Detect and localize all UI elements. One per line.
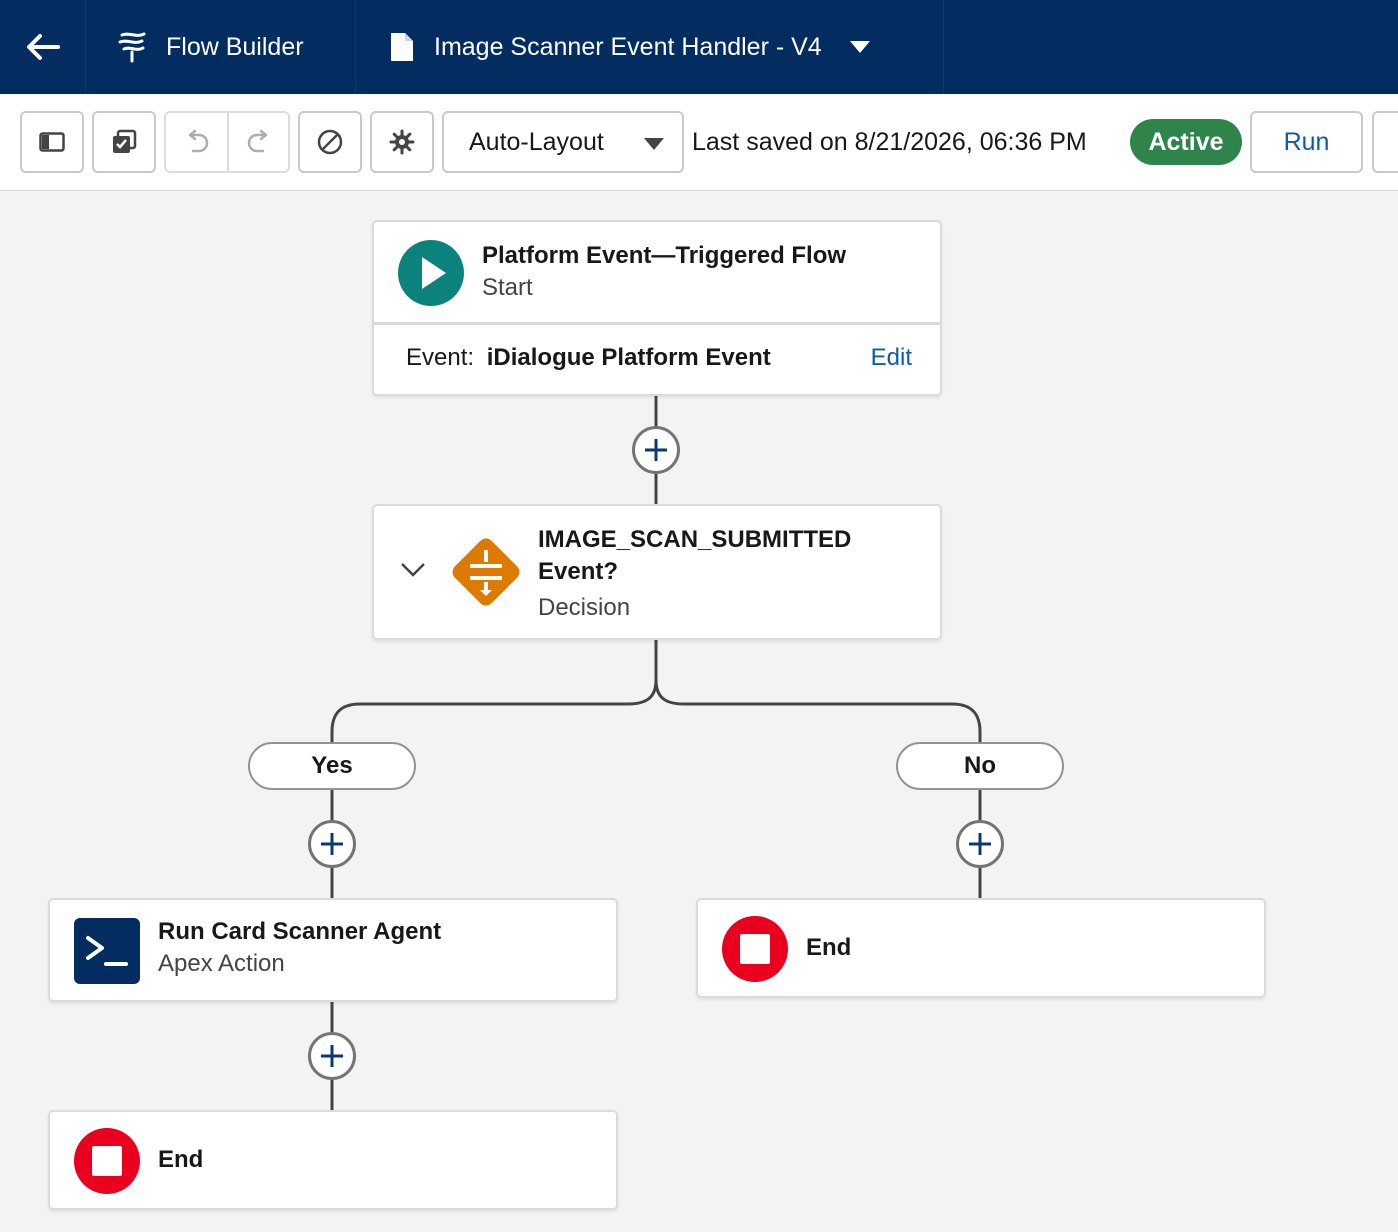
- edit-event-link[interactable]: Edit: [871, 344, 912, 372]
- plus-icon: [969, 833, 991, 855]
- decision-title-line2: Event?: [538, 558, 619, 585]
- plus-icon: [321, 1045, 343, 1067]
- end-node-no[interactable]: End: [696, 898, 1266, 998]
- apex-action-title: Run Card Scanner Agent: [158, 918, 442, 945]
- apex-icon-wrap: [74, 918, 140, 989]
- end-node-label: End: [806, 934, 852, 961]
- end-node-label: End: [158, 1146, 204, 1173]
- stop-icon: [722, 916, 788, 982]
- event-name: iDialogue Platform Event: [486, 344, 771, 371]
- play-icon: [398, 240, 464, 306]
- yes-branch-label[interactable]: Yes: [248, 742, 416, 790]
- chevron-down-icon: [401, 563, 425, 577]
- add-element-button[interactable]: [308, 820, 356, 868]
- decision-node[interactable]: IMAGE_SCAN_SUBMITTED Event? Decision: [372, 504, 942, 640]
- end-icon-wrap: [74, 1128, 140, 1199]
- event-label: Event:: [406, 344, 475, 371]
- terminal-icon: [74, 918, 140, 984]
- decision-type: Decision: [538, 594, 631, 621]
- start-node-title: Platform Event—Triggered Flow: [482, 242, 847, 269]
- divider: [374, 322, 940, 325]
- add-element-button[interactable]: [632, 426, 680, 474]
- end-node-yes[interactable]: End: [48, 1110, 618, 1210]
- start-node-type: Start: [482, 274, 533, 301]
- collapse-toggle[interactable]: [400, 562, 426, 583]
- stop-icon: [74, 1128, 140, 1194]
- no-branch-label[interactable]: No: [896, 742, 1064, 790]
- decision-icon: [452, 538, 520, 606]
- end-icon-wrap: [722, 916, 788, 987]
- add-element-button[interactable]: [956, 820, 1004, 868]
- apex-action-node[interactable]: Run Card Scanner Agent Apex Action: [48, 898, 618, 1002]
- start-node-icon-wrap: [398, 240, 464, 311]
- apex-action-type: Apex Action: [158, 950, 285, 977]
- decision-icon-wrap: [446, 532, 526, 617]
- plus-icon: [321, 833, 343, 855]
- decision-title-line1: IMAGE_SCAN_SUBMITTED: [538, 526, 852, 553]
- plus-icon: [645, 439, 667, 461]
- add-element-button[interactable]: [308, 1032, 356, 1080]
- start-node[interactable]: Platform Event—Triggered Flow Start Even…: [372, 220, 942, 396]
